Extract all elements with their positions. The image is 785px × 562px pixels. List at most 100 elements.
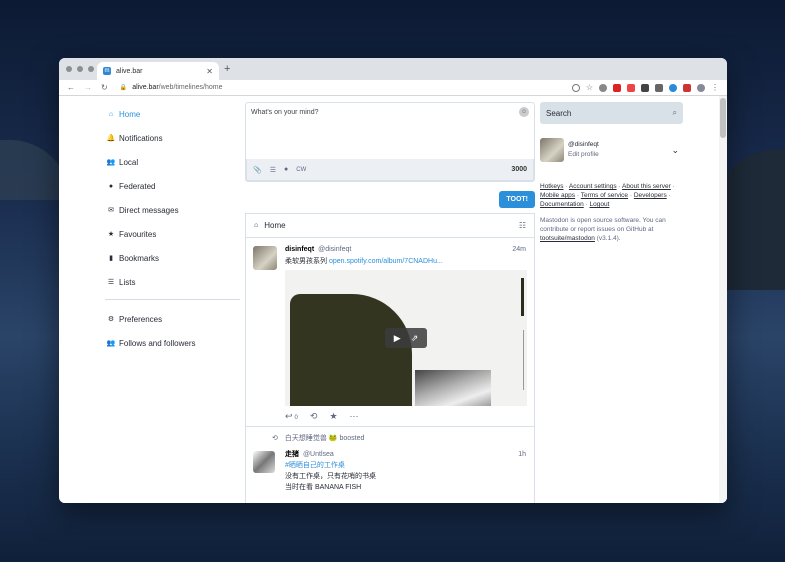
compose-textarea[interactable]: What's on your mind? ☺ 📎 ☰ ● CW 3000 <box>245 102 535 182</box>
nav-item-direct-messages[interactable]: ✉ Direct messages <box>105 198 240 222</box>
minimize-window-button[interactable] <box>77 66 83 72</box>
favourite-icon[interactable]: ★ <box>329 411 337 422</box>
browser-window: m alive.bar ✕ + ← → ↻ 🔒 alive.bar /web/t… <box>59 58 727 503</box>
nav-item-bookmarks[interactable]: ▮ Bookmarks <box>105 246 240 270</box>
display-name[interactable]: disinfeqt <box>285 246 314 253</box>
forward-icon[interactable]: → <box>84 83 92 92</box>
more-icon[interactable]: ⋯ <box>350 411 359 422</box>
tab-title: alive.bar <box>116 67 143 75</box>
nav-label: Home <box>119 109 141 119</box>
star-icon[interactable]: ☆ <box>586 83 593 92</box>
github-link[interactable]: tootsuite/mastodon <box>540 235 595 242</box>
edit-profile-link[interactable]: Edit profile <box>568 150 599 160</box>
toot-button[interactable]: TOOT! <box>499 191 535 208</box>
avatar[interactable] <box>253 451 275 473</box>
navigation-panel: ⌂ Home 🔔 Notifications 👥 Local ● Federat… <box>105 102 240 355</box>
nav-item-local[interactable]: 👥 Local <box>105 150 240 174</box>
paperclip-icon[interactable]: 📎 <box>253 166 262 174</box>
lock-icon: 🔒 <box>119 85 128 91</box>
emoji-picker-icon[interactable]: ☺ <box>519 107 529 117</box>
spotify-embed[interactable]: ▶ ⇗ <box>285 270 527 406</box>
globe-icon[interactable]: ● <box>284 166 288 173</box>
new-tab-button[interactable]: + <box>224 63 230 75</box>
extension-icon[interactable] <box>613 83 621 92</box>
about-server-link[interactable]: About this server <box>622 183 671 190</box>
chevron-down-icon[interactable]: ⌄ <box>671 145 679 156</box>
external-link-icon[interactable]: ⇗ <box>411 333 419 344</box>
menu-icon[interactable]: ⋮ <box>711 83 719 92</box>
play-icon[interactable]: ▶ <box>394 333 401 344</box>
reply-button[interactable]: ↩ 0 <box>285 411 298 422</box>
extension-icon[interactable] <box>683 83 691 92</box>
nav-item-federated[interactable]: ● Federated <box>105 174 240 198</box>
search-placeholder: Search <box>546 108 572 118</box>
account-settings-link[interactable]: Account settings <box>569 183 617 190</box>
nav-item-preferences[interactable]: ⚙ Preferences <box>105 307 240 331</box>
status-link[interactable]: open.spotify.com/album/7CNADHu... <box>329 258 443 265</box>
reply-count: 0 <box>294 414 298 421</box>
nav-item-home[interactable]: ⌂ Home <box>105 102 240 126</box>
status-text: 没有工作桌，只有花哨的书桌 <box>285 473 376 480</box>
avatar[interactable] <box>253 246 277 270</box>
status[interactable]: 24m disinfeqt @disinfeqt 柔软男孩系列 open.spo… <box>246 238 534 427</box>
nav-label: Local <box>119 157 139 167</box>
extension-icon[interactable] <box>599 83 607 92</box>
hashtag-link[interactable]: #晒晒自己的工作桌 <box>285 460 527 471</box>
back-icon[interactable]: ← <box>67 83 75 92</box>
extension-icon[interactable] <box>669 83 677 92</box>
home-timeline-column: ⌂ Home ☷ 24m disinfeqt @disinfeqt 柔软男孩系列… <box>245 213 535 503</box>
nav-label: Direct messages <box>119 205 179 215</box>
nav-label: Federated <box>119 181 156 191</box>
divider <box>105 299 240 300</box>
status-text: 当时在看 BANANA FISH <box>285 484 362 491</box>
terms-link[interactable]: Terms of service <box>581 192 628 199</box>
nav-item-notifications[interactable]: 🔔 Notifications <box>105 126 240 150</box>
profile-acct[interactable]: @disinfeqt <box>568 140 599 150</box>
account-handle: @Untlsea <box>302 451 334 458</box>
boost-icon[interactable]: ⟲ <box>310 411 318 422</box>
scrollbar[interactable] <box>719 96 727 503</box>
nav-label: Preferences <box>119 314 163 324</box>
poll-icon[interactable]: ☰ <box>270 166 276 174</box>
globe-icon: ● <box>108 182 114 190</box>
reload-icon[interactable]: ↻ <box>101 83 108 92</box>
url-field[interactable]: 🔒 alive.bar /web/timelines/home <box>120 84 223 91</box>
sliders-icon[interactable]: ☷ <box>519 221 526 230</box>
status-time[interactable]: 24m <box>512 246 526 253</box>
browser-tab[interactable]: m alive.bar ✕ <box>97 62 219 80</box>
album-art-photo <box>415 370 491 406</box>
nav-item-favourites[interactable]: ★ Favourites <box>105 222 240 246</box>
avatar[interactable] <box>540 138 564 162</box>
developers-link[interactable]: Developers <box>634 192 667 199</box>
search-input[interactable]: Search ⌕ <box>540 102 683 124</box>
about-text: Mastodon is open source software. You ca… <box>540 216 683 243</box>
add-icon[interactable] <box>571 83 580 92</box>
about-description: Mastodon is open source software. You ca… <box>540 217 666 233</box>
status-time[interactable]: 1h <box>518 451 526 458</box>
logout-link[interactable]: Logout <box>590 201 610 208</box>
avatar[interactable] <box>697 83 705 92</box>
nav-item-follows[interactable]: 👥 Follows and followers <box>105 331 240 355</box>
footer-links: Hotkeys · Account settings · About this … <box>540 183 675 208</box>
hotkeys-link[interactable]: Hotkeys <box>540 183 563 190</box>
extension-icon[interactable] <box>655 83 663 92</box>
cw-button[interactable]: CW <box>296 167 306 173</box>
search-and-profile-panel: Search ⌕ @disinfeqt Edit profile ⌄ Hotke… <box>540 102 683 243</box>
status[interactable]: 1h 走猪 @Untlsea #晒晒自己的工作桌 没有工作桌，只有花哨的书桌 当… <box>246 449 534 493</box>
nav-label: Lists <box>119 277 136 287</box>
column-header[interactable]: ⌂ Home ☷ <box>246 214 534 238</box>
scrollbar-thumb[interactable] <box>720 98 726 138</box>
compose-toolbar: 📎 ☰ ● CW 3000 <box>246 159 534 181</box>
home-icon: ⌂ <box>254 222 259 229</box>
boosted-by[interactable]: 白天想睡觉兽 🐸 boosted <box>285 435 365 442</box>
nav-item-lists[interactable]: ☰ Lists <box>105 270 240 294</box>
display-name[interactable]: 走猪 <box>285 451 299 458</box>
close-icon[interactable]: ✕ <box>206 67 213 76</box>
tab-bar: m alive.bar ✕ + <box>59 58 727 80</box>
maximize-window-button[interactable] <box>88 66 94 72</box>
extension-icon[interactable] <box>641 83 649 92</box>
mobile-apps-link[interactable]: Mobile apps <box>540 192 575 199</box>
close-window-button[interactable] <box>66 66 72 72</box>
documentation-link[interactable]: Documentation <box>540 201 584 208</box>
extension-icon[interactable] <box>627 83 635 92</box>
